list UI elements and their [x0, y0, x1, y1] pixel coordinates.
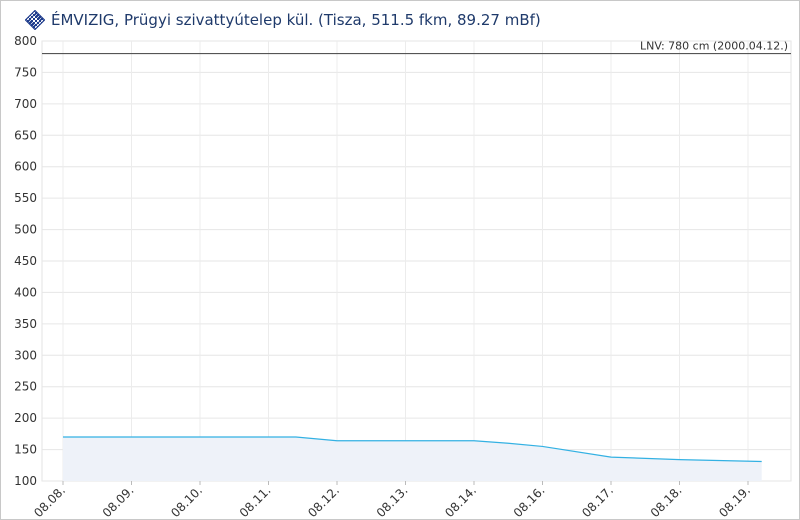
- x-tick-label: 08.10.: [168, 483, 205, 519]
- lnv-label: LNV: 780 cm (2000.04.12.): [640, 40, 788, 53]
- y-tick-label: 200: [14, 411, 37, 425]
- x-tick-label: 08.11.: [237, 483, 274, 519]
- x-tick-label: 08.12.: [305, 483, 342, 519]
- x-axis: 08.08. 08.09. 08.10. 08.11. 08.12. 08.13. 08.1…: [31, 481, 753, 519]
- y-tick-label: 600: [14, 160, 37, 174]
- x-tick-label: 08.08.: [31, 483, 68, 519]
- y-tick-label: 150: [14, 443, 37, 457]
- y-tick-label: 700: [14, 97, 37, 111]
- y-tick-label: 500: [14, 223, 37, 237]
- y-tick-label: 800: [14, 34, 37, 48]
- y-axis: 100 150 200 250 300 350 400 450 500 550 600 650 700 7…: [14, 34, 37, 488]
- chart-plot: LNV: 780 cm (2000.04.12.) 100 150 200 250 30…: [14, 34, 792, 519]
- reference-line-group: LNV: 780 cm (2000.04.12.): [42, 40, 791, 55]
- y-tick-label: 450: [14, 254, 37, 268]
- x-tick-label: 08.16.: [511, 483, 548, 519]
- x-tick-label: 08.14.: [442, 483, 479, 519]
- y-tick-label: 350: [14, 317, 37, 331]
- y-tick-label: 400: [14, 285, 37, 299]
- y-tick-label: 550: [14, 191, 37, 205]
- y-tick-label: 250: [14, 380, 37, 394]
- y-tick-label: 650: [14, 128, 37, 142]
- y-tick-label: 750: [14, 65, 37, 79]
- y-tick-label: 100: [14, 474, 37, 488]
- x-tick-label: 08.19.: [716, 483, 753, 519]
- x-tick-label: 08.09.: [100, 483, 137, 519]
- x-tick-label: 08.13.: [374, 483, 411, 519]
- y-tick-label: 300: [14, 348, 37, 362]
- grid: [41, 40, 792, 482]
- chart-frame: ÉMVIZIG, Prügyi szivattyútelep kül. (Tis…: [0, 0, 800, 520]
- x-tick-label: 08.17.: [579, 483, 616, 519]
- series-area-group: [63, 436, 762, 481]
- x-tick-label: 08.18.: [648, 483, 685, 519]
